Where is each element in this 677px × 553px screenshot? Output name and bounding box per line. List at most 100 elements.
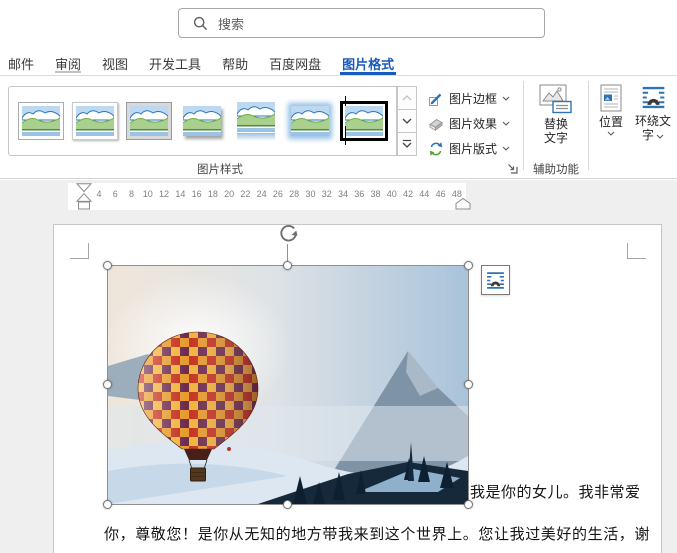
picture-layout-label: 图片版式 (449, 142, 498, 156)
group-divider (588, 81, 589, 170)
ruler-number: 14 (175, 189, 186, 199)
ribbon-tab-bar: 邮件 审阅 视图 开发工具 帮助 百度网盘 图片格式 (0, 48, 677, 76)
ruler-number: 44 (419, 189, 430, 199)
gallery-more-button[interactable] (397, 133, 417, 156)
document-workspace: 4 6 8 10 12 14 16 18 20 22 24 26 28 30 32 34 36 38 40 42 44 4… (0, 180, 677, 553)
ruler-scale: 4 6 8 10 12 14 16 18 20 22 24 26 28 30 32 34 36 38 40 42 44 4… (92, 189, 464, 199)
resize-handle-s[interactable] (283, 500, 292, 509)
gallery-scroll-controls (397, 86, 417, 156)
ruler-number: 40 (386, 189, 397, 199)
resize-handle-n[interactable] (283, 261, 292, 270)
accessibility-group-label: 辅助功能 (533, 164, 579, 176)
search-box[interactable]: 搜索 (178, 8, 545, 38)
resize-handle-nw[interactable] (103, 261, 112, 270)
picture-effects-button[interactable]: 图片效果 (428, 111, 510, 136)
picture-style-drop-shadow[interactable] (177, 90, 227, 152)
ribbon: 图片边框 图片效果 图片版式 图片样式 替换文字 辅助功能 位置 环绕文字 (0, 76, 677, 179)
resize-handle-w[interactable] (103, 380, 112, 389)
picture-effects-icon (429, 118, 443, 131)
ruler-number: 12 (159, 189, 170, 199)
picture-style-beveled-matte-white[interactable] (70, 90, 120, 152)
horizontal-ruler: 4 6 8 10 12 14 16 18 20 22 24 26 28 30 32 34 36 38 40 42 44 4… (68, 183, 471, 210)
word-window: 搜索 邮件 审阅 视图 开发工具 帮助 百度网盘 图片格式 图片边框 图片效果 … (0, 0, 677, 553)
margin-corner-mark (627, 243, 646, 259)
tab-view[interactable]: 视图 (100, 48, 130, 75)
balloon-photo-rendering (108, 266, 468, 504)
search-placeholder: 搜索 (218, 16, 245, 32)
picture-style-double-frame-black-selected[interactable] (339, 90, 389, 152)
picture-styles-group-label: 图片样式 (197, 164, 243, 176)
ruler-number: 30 (305, 189, 316, 199)
alt-text-label: 替换文字 (543, 117, 568, 145)
ruler-number: 6 (112, 189, 118, 199)
dialog-launcher-icon[interactable] (506, 162, 518, 174)
picture-border-button[interactable]: 图片边框 (428, 86, 510, 111)
picture-style-simple-frame-white[interactable] (16, 90, 66, 152)
ruler-number: 36 (354, 189, 365, 199)
wrap-text-button[interactable]: 环绕文字 (629, 84, 677, 142)
wrap-text-icon (640, 84, 667, 111)
chevron-down-icon (402, 118, 412, 124)
ruler-number: 16 (191, 189, 202, 199)
chevron-down-icon (502, 121, 510, 126)
margin-corner-mark (70, 243, 89, 259)
resize-handle-ne[interactable] (464, 261, 473, 270)
chevron-up-icon (402, 95, 412, 101)
ruler-number: 28 (289, 189, 300, 199)
resize-handle-sw[interactable] (103, 500, 112, 509)
tab-mail[interactable]: 邮件 (6, 48, 36, 75)
indent-markers[interactable] (75, 183, 93, 210)
document-text-line-2[interactable]: 你，尊敬您！是你从无知的地方带我来到这个世界上。您让我过美好的生活，谢 (104, 523, 650, 544)
rotation-handle[interactable] (275, 221, 300, 246)
ruler-number: 10 (142, 189, 153, 199)
wrap-text-label: 环绕文字 (634, 114, 671, 142)
position-label: 位置 (598, 115, 623, 129)
ruler-number: 34 (337, 189, 348, 199)
ruler-number: 46 (435, 189, 446, 199)
picture-border-icon (429, 93, 442, 106)
ruler-number: 18 (207, 189, 218, 199)
picture-style-soft-edge[interactable] (285, 90, 335, 152)
position-icon (600, 84, 622, 112)
chevron-down-icon (502, 146, 510, 151)
chevron-down-icon (607, 131, 615, 136)
wrap-tight-icon (485, 270, 506, 291)
ruler-number: 38 (370, 189, 381, 199)
group-divider (523, 81, 524, 170)
gallery-more-icon (402, 139, 412, 148)
picture-effects-label: 图片效果 (449, 117, 498, 131)
ruler-number: 42 (403, 189, 414, 199)
chevron-down-icon (656, 134, 664, 139)
tab-developer[interactable]: 开发工具 (147, 48, 203, 75)
picture-border-label: 图片边框 (449, 92, 498, 106)
position-button[interactable]: 位置 (592, 84, 630, 136)
ruler-number: 4 (96, 189, 102, 199)
ruler-number: 26 (272, 189, 283, 199)
picture-style-metal-frame[interactable] (124, 90, 174, 152)
alt-text-icon (539, 84, 572, 114)
tab-picture-format[interactable]: 图片格式 (340, 48, 397, 75)
ruler-number: 32 (321, 189, 332, 199)
picture-layout-icon (429, 141, 443, 156)
reflection-decoration (237, 132, 276, 141)
tab-review[interactable]: 审阅 (53, 48, 83, 75)
tab-help[interactable]: 帮助 (220, 48, 250, 75)
chevron-down-icon (502, 96, 510, 101)
layout-options-button[interactable] (481, 265, 510, 295)
resize-handle-e[interactable] (464, 380, 473, 389)
ruler-number: 8 (129, 189, 135, 199)
document-text-line-1[interactable]: 我是你的女儿。我非常爱 (470, 481, 641, 502)
picture-style-reflected[interactable] (231, 90, 281, 152)
picture-tools-column: 图片边框 图片效果 图片版式 (428, 86, 510, 161)
right-indent-marker[interactable] (454, 197, 472, 210)
alt-text-button[interactable]: 替换文字 (528, 84, 584, 145)
picture-layout-button[interactable]: 图片版式 (428, 136, 510, 161)
ruler-number: 24 (256, 189, 267, 199)
document-page: 我是你的女儿。我非常爱 你，尊敬您！是你从无知的地方带我来到这个世界上。您让我过… (53, 224, 662, 553)
title-bar: 搜索 (0, 0, 677, 48)
gallery-scroll-down-button[interactable] (397, 110, 417, 133)
search-icon (193, 16, 208, 30)
tab-baidu-netdisk[interactable]: 百度网盘 (267, 48, 323, 75)
gallery-scroll-up-button[interactable] (397, 86, 417, 110)
selected-image-balloon-photo[interactable] (103, 261, 473, 509)
